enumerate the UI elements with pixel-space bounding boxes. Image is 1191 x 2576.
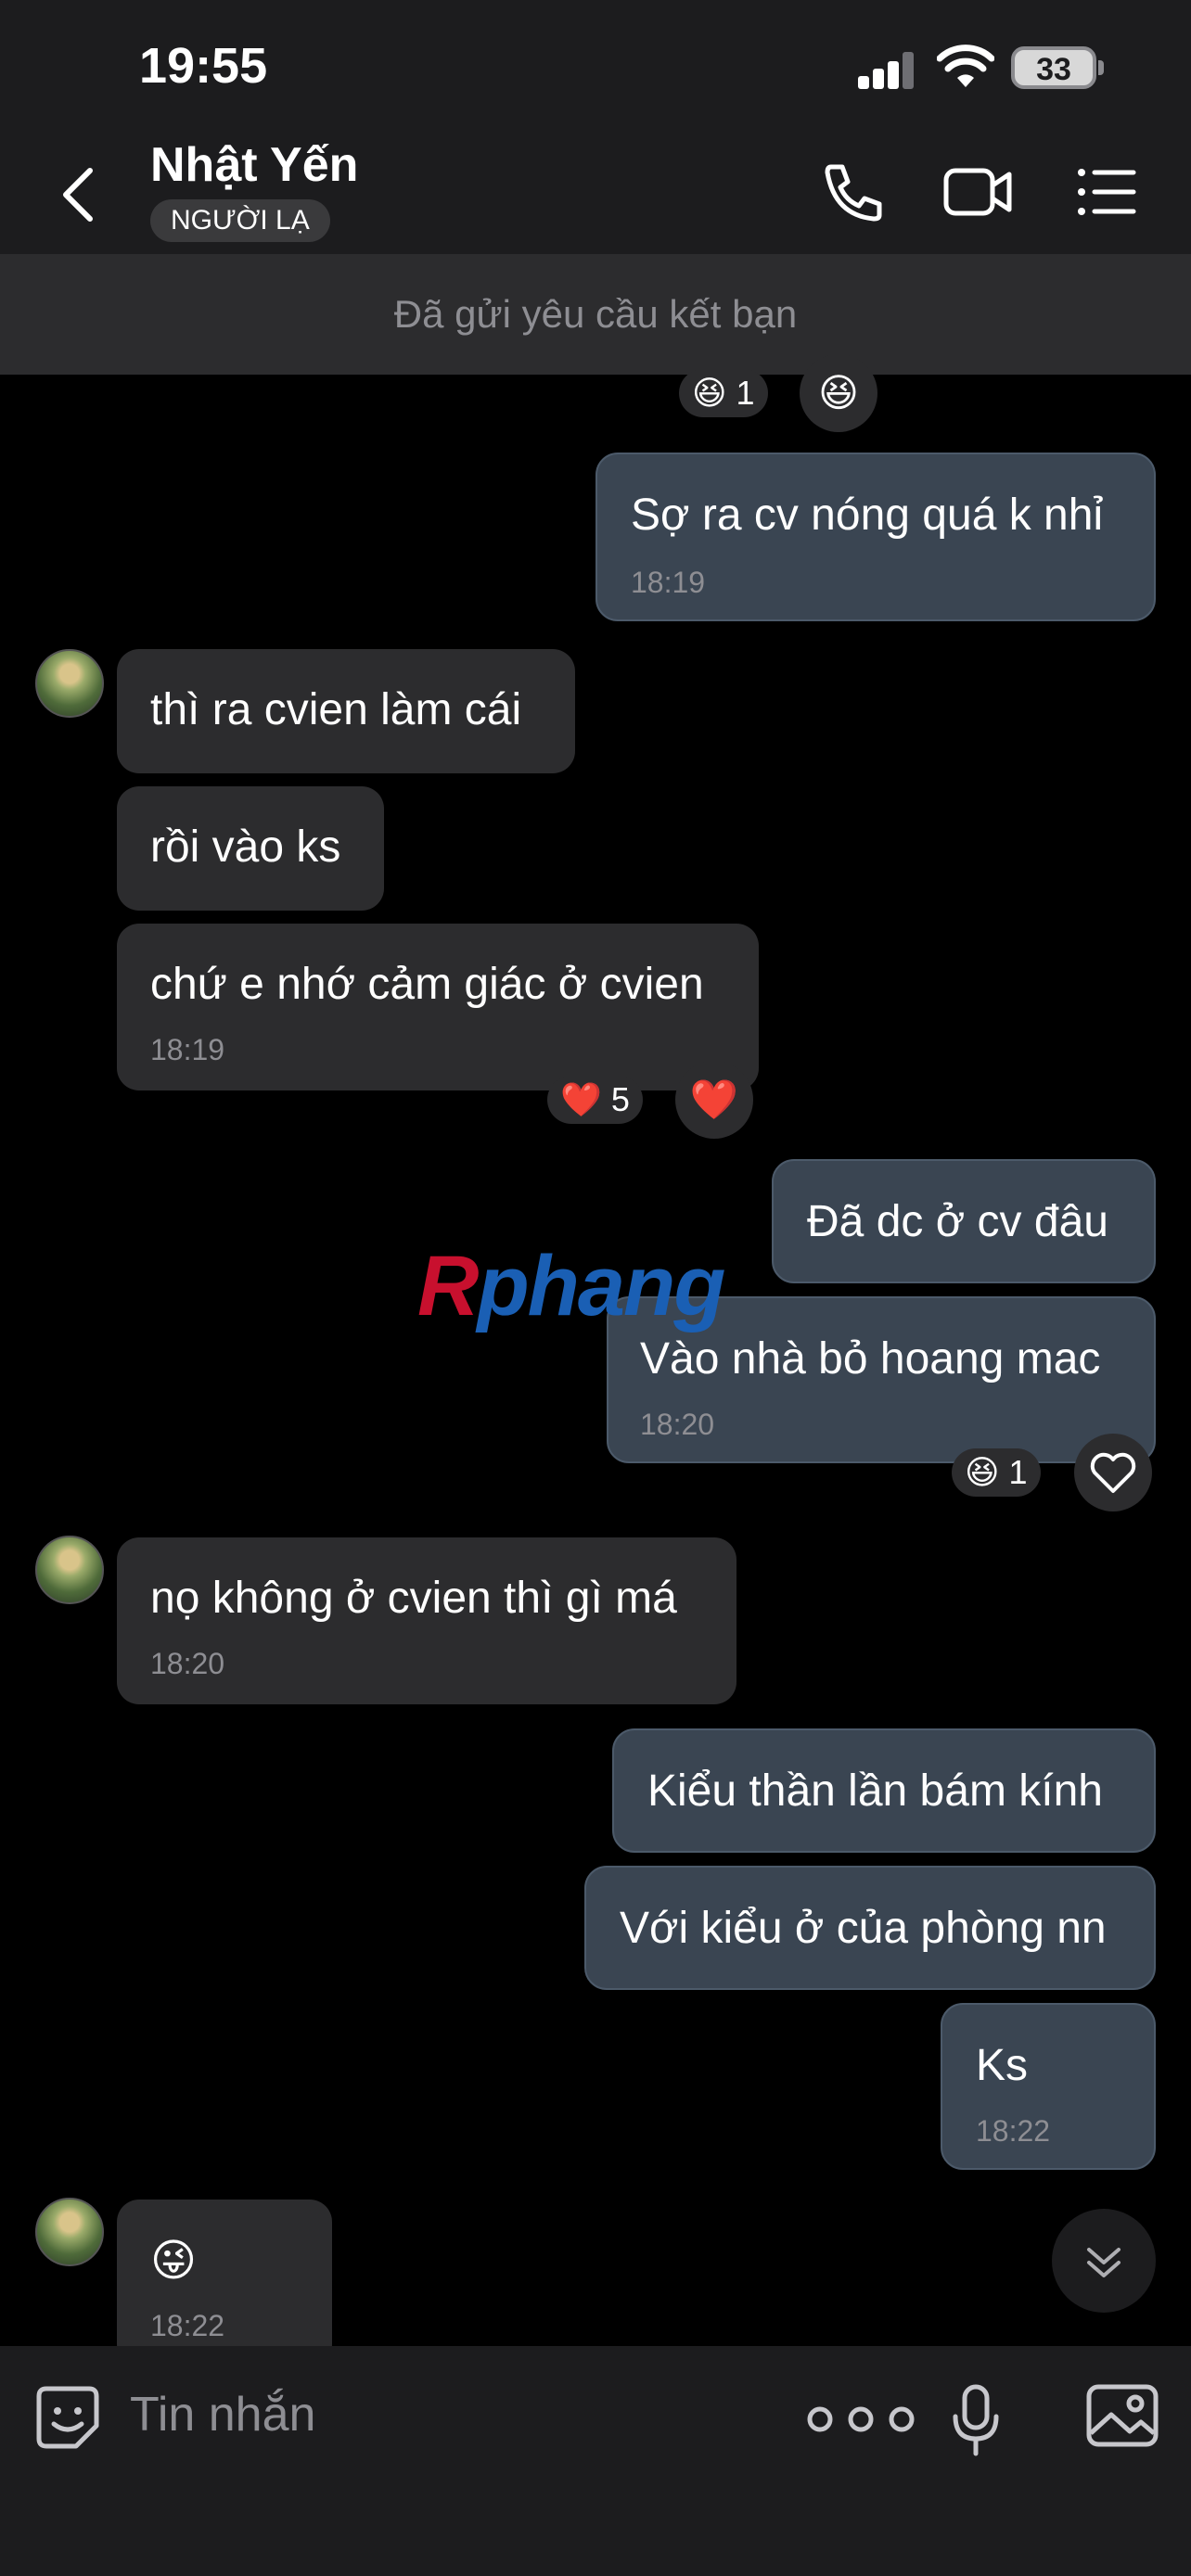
battery-nub <box>1098 60 1104 75</box>
video-call-button[interactable] <box>941 159 1015 224</box>
battery-level: 33 <box>1036 52 1071 87</box>
voice-mic-icon[interactable] <box>948 2381 1004 2459</box>
message-text: Với kiểu ở của phòng nn <box>620 1904 1107 1953</box>
message-text: Đã dc ở cv đâu <box>807 1197 1108 1246</box>
message-time: 18:20 <box>150 1647 225 1680</box>
react-button[interactable]: 😆 <box>800 354 877 432</box>
message-text: Vào nhà bỏ hoang mac <box>640 1334 1101 1384</box>
video-camera-icon <box>943 168 1012 216</box>
avatar[interactable] <box>35 649 104 718</box>
message-time: 18:22 <box>976 2114 1051 2148</box>
reaction-summary[interactable]: 😆 1 <box>679 369 768 417</box>
heart-emoji-icon: ❤️ <box>560 1080 602 1118</box>
watermark-logo: Rphang <box>417 1239 725 1333</box>
message-input[interactable]: Tin nhắn <box>130 2387 315 2442</box>
stranger-badge: NGƯỜI LẠ <box>150 199 330 242</box>
message-text: nọ không ở cvien thì gì má <box>150 1574 677 1623</box>
message-bubble-outgoing[interactable]: Ks 18:22 <box>941 2003 1156 2170</box>
avatar[interactable] <box>35 1536 104 1604</box>
contact-name[interactable]: Nhật Yến <box>150 137 358 193</box>
heart-outline-icon <box>1090 1452 1136 1493</box>
heart-emoji-icon: ❤️ <box>689 1078 739 1121</box>
message-bubble-incoming[interactable]: nọ không ở cvien thì gì má 18:20 <box>117 1537 736 1704</box>
react-button[interactable] <box>1074 1434 1152 1511</box>
scroll-to-bottom-button[interactable] <box>1052 2209 1156 2313</box>
battery-icon: 33 <box>1011 46 1096 89</box>
cellular-signal-icon <box>858 48 916 89</box>
phone-icon <box>825 164 882 222</box>
call-button[interactable] <box>814 159 889 224</box>
laugh-emoji-icon: 😆 <box>692 374 727 412</box>
laugh-emoji-icon: 😆 <box>818 371 859 414</box>
message-input-bar <box>0 2346 1191 2576</box>
reaction-count: 1 <box>1008 1453 1028 1491</box>
list-menu-icon <box>1078 169 1136 215</box>
friend-request-banner[interactable]: Đã gửi yêu cầu kết bạn <box>0 254 1191 375</box>
message-time: 18:19 <box>631 566 706 599</box>
status-time: 19:55 <box>139 38 268 94</box>
image-icon[interactable] <box>1085 2381 1159 2450</box>
message-text: Kiểu thần lần bám kính <box>647 1766 1103 1816</box>
message-bubble-incoming[interactable]: thì ra cvien làm cái <box>117 649 575 773</box>
message-time: 18:19 <box>150 1033 225 1066</box>
message-emoji: 😜 <box>150 2237 198 2286</box>
wifi-icon <box>936 45 995 91</box>
laugh-emoji-icon: 😆 <box>965 1453 1000 1491</box>
message-text: Ks <box>976 2041 1029 2090</box>
chevron-double-down-icon <box>1087 2248 1121 2277</box>
options-button[interactable] <box>1074 159 1148 224</box>
message-bubble-outgoing[interactable]: Sợ ra cv nóng quá k nhỉ 18:19 <box>596 453 1156 621</box>
avatar[interactable] <box>35 2198 104 2266</box>
sticker-icon[interactable] <box>33 2383 102 2452</box>
message-time: 18:20 <box>640 1408 715 1441</box>
message-text: Sợ ra cv nóng quá k nhỉ <box>631 491 1104 540</box>
react-button[interactable]: ❤️ <box>675 1061 753 1139</box>
reaction-summary[interactable]: ❤️ 5 <box>547 1076 643 1124</box>
reaction-count: 5 <box>610 1080 630 1118</box>
message-text: chứ e nhớ cảm giác ở cvien <box>150 960 704 1009</box>
message-bubble-outgoing[interactable]: Với kiểu ở của phòng nn <box>584 1866 1156 1990</box>
message-bubble-incoming[interactable]: rồi vào ks <box>117 786 384 911</box>
message-bubble-outgoing[interactable]: Kiểu thần lần bám kính <box>612 1728 1156 1853</box>
reaction-summary[interactable]: 😆 1 <box>952 1448 1041 1497</box>
more-dots-icon[interactable] <box>800 2398 922 2441</box>
message-text: rồi vào ks <box>150 823 341 872</box>
message-bubble-outgoing[interactable]: Đã dc ở cv đâu <box>772 1159 1156 1283</box>
message-bubble-incoming[interactable]: 😜 18:22 <box>117 2200 332 2366</box>
reaction-count: 1 <box>736 374 755 412</box>
back-button[interactable] <box>51 158 107 232</box>
message-time: 18:22 <box>150 2309 225 2342</box>
message-text: thì ra cvien làm cái <box>150 685 522 734</box>
back-chevron-icon <box>63 168 93 222</box>
message-bubble-incoming[interactable]: chứ e nhớ cảm giác ở cvien 18:19 <box>117 924 759 1090</box>
